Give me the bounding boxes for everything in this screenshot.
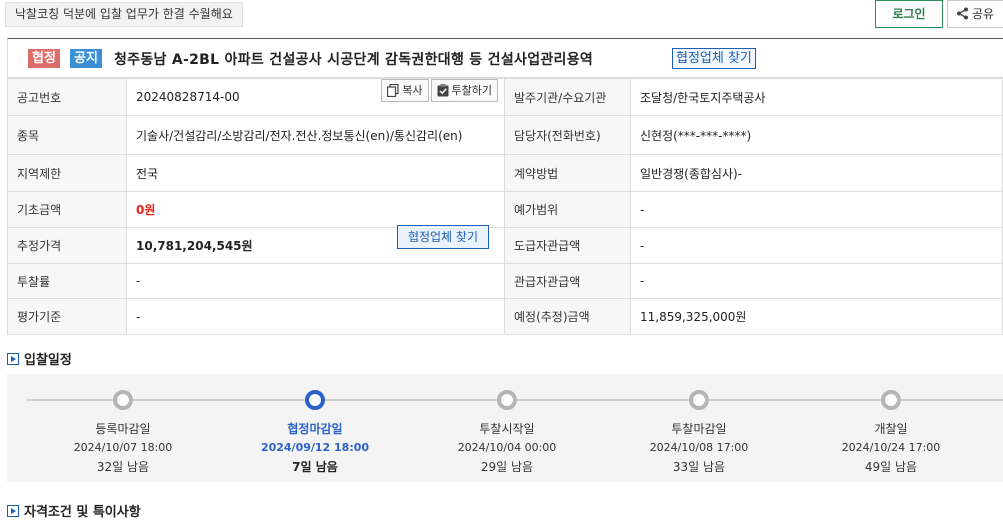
- step-date: 2024/10/07 18:00: [73, 441, 173, 454]
- clipboard-check-icon: [437, 84, 449, 97]
- timeline-dot-icon: [881, 390, 901, 410]
- price-range-value: -: [630, 191, 1003, 228]
- manager-label: 담당자(전화번호): [504, 115, 631, 155]
- timeline-step-1: 협정마감일 2024/09/12 18:00 7일 남음: [235, 390, 395, 475]
- timeline-dot-icon: [689, 390, 709, 410]
- step-remaining: 49일 남음: [864, 460, 918, 474]
- step-date: 2024/09/12 18:00: [260, 441, 370, 454]
- step-name: 투찰마감일: [671, 422, 727, 436]
- org-value: 조달청/한국토지주택공사: [630, 78, 1003, 116]
- eval-value: -: [126, 298, 505, 335]
- qualification-heading: 자격조건 및 특이사항: [7, 501, 141, 520]
- timeline-dot-icon: [497, 390, 517, 410]
- copy-icon: [387, 83, 399, 98]
- gov-supply-value: -: [630, 263, 1003, 299]
- table-row: 공고번호 20240828714-00 복사 투찰하기 발주기관/수요기관 조달청…: [7, 78, 1003, 116]
- page-title: 청주동남 A-2BL 아파트 건설공사 시공단계 감독권한대행 등 건설사업관리…: [114, 52, 594, 68]
- base-price-value: 0원: [126, 191, 505, 228]
- supply-value: -: [630, 227, 1003, 264]
- bid-submit-label: 투찰하기: [451, 84, 492, 97]
- region-label: 지역제한: [7, 154, 127, 192]
- step-date: 2024/10/04 00:00: [457, 441, 557, 454]
- bid-info-table: 공고번호 20240828714-00 복사 투찰하기 발주기관/수요기관 조달청…: [7, 78, 1003, 335]
- table-row: 추정가격 10,781,204,545원 협정업체 찾기 도급자관급액 -: [7, 225, 1003, 264]
- step-remaining: 7일 남음: [292, 460, 338, 474]
- step-name: 투찰시작일: [479, 422, 535, 436]
- promo-banner[interactable]: 낙찰코칭 덕분에 입찰 업무가 한결 수월해요: [5, 2, 243, 27]
- estimate-cell: 10,781,204,545원 협정업체 찾기: [126, 225, 505, 264]
- status-badge: 협정: [28, 49, 60, 68]
- type-badge: 공지: [70, 49, 102, 68]
- login-button[interactable]: 로그인: [875, 0, 943, 28]
- manager-value: 신현정(***-***-****): [630, 115, 1003, 155]
- estimate-label: 추정가격: [7, 227, 127, 264]
- find-partner-link[interactable]: 협정업체 찾기: [672, 48, 756, 69]
- bid-rate-label: 투찰률: [7, 263, 127, 299]
- table-row: 지역제한 전국 계약방법 일반경쟁(종합심사)-: [7, 154, 1003, 192]
- bid-submit-button[interactable]: 투찰하기: [430, 79, 498, 102]
- timeline-step-2: 투찰시작일 2024/10/04 00:00 29일 남음: [427, 390, 587, 475]
- share-icon: [957, 7, 968, 20]
- contract-label: 계약방법: [504, 154, 631, 192]
- step-name: 개찰일: [874, 422, 908, 436]
- section-marker-icon: [7, 353, 19, 365]
- bid-no-value: 20240828714-00: [136, 90, 240, 104]
- timeline-step-3: 투찰마감일 2024/10/08 17:00 33일 남음: [619, 390, 779, 475]
- find-partner-button[interactable]: 협정업체 찾기: [396, 225, 489, 249]
- timeline-dot-active-icon: [305, 390, 325, 410]
- planned-amount-value: 11,859,325,000원: [630, 298, 1003, 335]
- bid-rate-value: -: [126, 263, 505, 299]
- category-label: 종목: [7, 115, 127, 155]
- table-row: 평가기준 - 예정(추정)금액 11,859,325,000원: [7, 298, 1003, 335]
- step-remaining: 33일 남음: [672, 460, 726, 474]
- table-row: 기초금액 0원 예가범위 -: [7, 191, 1003, 228]
- estimate-value: 10,781,204,545원: [136, 239, 253, 253]
- region-value: 전국: [126, 154, 505, 192]
- copy-button[interactable]: 복사: [381, 79, 429, 102]
- bid-no-label: 공고번호: [7, 78, 127, 116]
- contract-value: 일반경쟁(종합심사)-: [630, 154, 1003, 192]
- step-remaining: 29일 남음: [480, 460, 534, 474]
- step-date: 2024/10/24 17:00: [841, 441, 941, 454]
- timeline-step-0: 등록마감일 2024/10/07 18:00 32일 남음: [43, 390, 203, 475]
- top-bar: 낙찰코칭 덕분에 입찰 업무가 한결 수월해요 로그인 공유: [0, 0, 1003, 30]
- schedule-heading: 입찰일정: [7, 349, 72, 368]
- step-date: 2024/10/08 17:00: [649, 441, 749, 454]
- section-marker-icon: [7, 505, 19, 517]
- schedule-timeline: 등록마감일 2024/10/07 18:00 32일 남음 협정마감일 2024…: [7, 374, 1003, 482]
- step-name: 등록마감일: [95, 422, 151, 436]
- share-button[interactable]: 공유: [947, 0, 1003, 28]
- notice-title-bar: 협정 공지 청주동남 A-2BL 아파트 건설공사 시공단계 감독권한대행 등 …: [7, 38, 1003, 78]
- table-row: 종목 기술사/건설감리/소방감리/전자.전산.정보통신(en)/통신감리(en)…: [7, 115, 1003, 155]
- timeline-step-4: 개찰일 2024/10/24 17:00 49일 남음: [811, 390, 971, 475]
- copy-label: 복사: [402, 84, 423, 97]
- base-price-label: 기초금액: [7, 191, 127, 228]
- gov-supply-label: 관급자관급액: [504, 263, 631, 299]
- step-name: 협정마감일: [287, 422, 343, 436]
- org-label: 발주기관/수요기관: [504, 78, 631, 116]
- planned-amount-label: 예정(추정)금액: [504, 298, 631, 335]
- bid-no-cell: 20240828714-00 복사 투찰하기: [126, 78, 505, 116]
- eval-label: 평가기준: [7, 298, 127, 335]
- timeline-dot-icon: [113, 390, 133, 410]
- table-row: 투찰률 - 관급자관급액 -: [7, 263, 1003, 299]
- schedule-heading-text: 입찰일정: [24, 353, 72, 368]
- category-value: 기술사/건설감리/소방감리/전자.전산.정보통신(en)/통신감리(en): [126, 115, 505, 155]
- supply-label: 도급자관급액: [504, 227, 631, 264]
- share-label: 공유: [972, 7, 995, 21]
- price-range-label: 예가범위: [504, 191, 631, 228]
- step-remaining: 32일 남음: [96, 460, 150, 474]
- qualification-heading-text: 자격조건 및 특이사항: [24, 505, 141, 520]
